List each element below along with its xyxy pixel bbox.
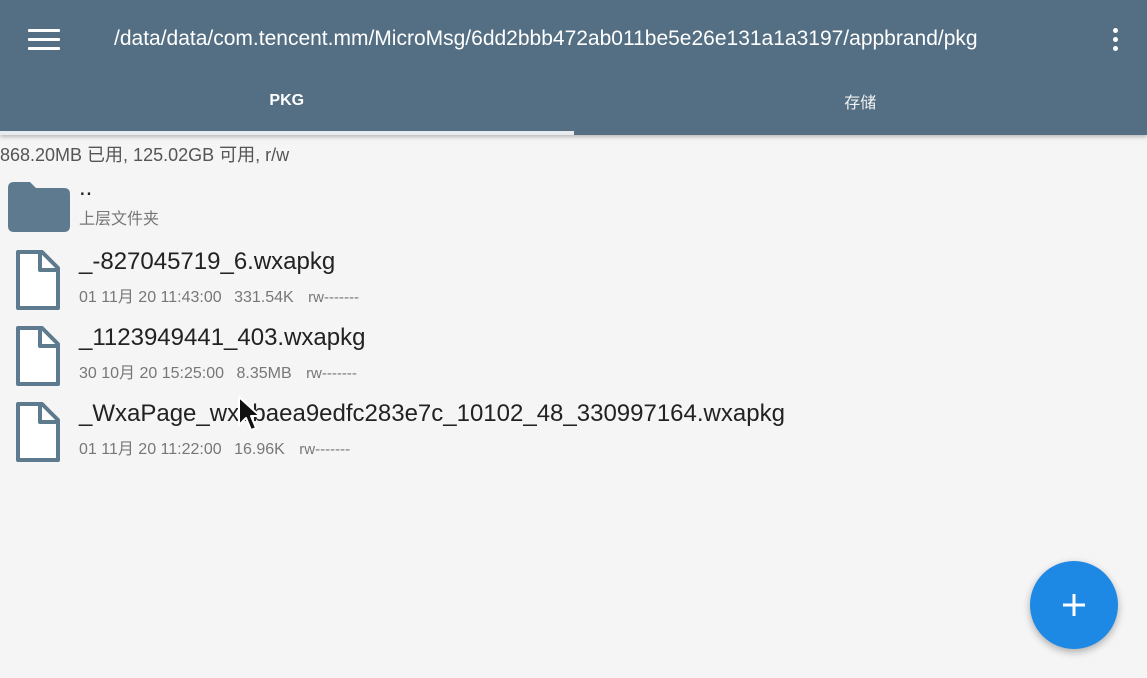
file-date: 01 11月 20 11:43:00: [79, 289, 222, 306]
tab-bar: PKG 存储: [0, 78, 1147, 135]
file-date: 01 11月 20 11:22:00: [79, 441, 222, 458]
tab-storage[interactable]: 存储: [574, 78, 1147, 135]
file-name: _WxaPage_wxebaea9edfc283e7c_10102_48_330…: [79, 400, 785, 427]
list-item-parent-folder[interactable]: .. 上层文件夹: [0, 170, 1147, 240]
file-icon: [16, 402, 60, 462]
hamburger-menu-icon[interactable]: [22, 22, 66, 56]
list-item-file[interactable]: _-827045719_6.wxapkg 01 11月 20 11:43:00 …: [0, 246, 1147, 316]
more-vertical-icon[interactable]: [1100, 22, 1130, 56]
list-item-file[interactable]: _1123949441_403.wxapkg 30 10月 20 15:25:0…: [0, 322, 1147, 392]
list-item-file[interactable]: _WxaPage_wxebaea9edfc283e7c_10102_48_330…: [0, 398, 1147, 468]
file-size: 331.54K: [234, 289, 294, 306]
file-permissions: rw-------: [306, 365, 357, 382]
file-meta: 30 10月 20 15:25:00 8.35MB rw-------: [79, 359, 365, 383]
file-size: 16.96K: [234, 441, 285, 458]
current-path-title: /data/data/com.tencent.mm/MicroMsg/6dd2b…: [114, 27, 978, 50]
file-permissions: rw-------: [299, 441, 351, 458]
mouse-pointer-icon: [238, 396, 261, 431]
storage-usage-info: 868.20MB 已用, 125.02GB 可用, r/w: [0, 145, 290, 165]
file-date: 30 10月 20 15:25:00: [79, 365, 225, 382]
file-meta: 01 11月 20 11:22:00 16.96K rw-------: [79, 435, 358, 459]
active-tab-indicator: [0, 131, 574, 135]
file-name: _-827045719_6.wxapkg: [79, 248, 336, 275]
file-size: 8.35MB: [236, 365, 292, 382]
add-fab-button[interactable]: [1030, 561, 1118, 649]
tab-storage-label: 存储: [844, 94, 877, 112]
file-subtitle: 上层文件夹: [79, 211, 160, 228]
toolbar: /data/data/com.tencent.mm/MicroMsg/6dd2b…: [0, 0, 1147, 78]
tab-pkg[interactable]: PKG: [0, 78, 574, 135]
tab-pkg-label: PKG: [269, 91, 305, 109]
file-permissions: rw-------: [308, 289, 359, 306]
app-bar: /data/data/com.tencent.mm/MicroMsg/6dd2b…: [0, 0, 1147, 135]
file-meta: 01 11月 20 11:43:00 331.54K rw-------: [79, 283, 367, 307]
plus-icon: [1063, 594, 1085, 616]
folder-icon: [8, 182, 70, 232]
file-name: _1123949441_403.wxapkg: [79, 324, 366, 351]
file-icon: [16, 250, 60, 310]
file-icon: [16, 326, 60, 386]
file-name: ..: [79, 174, 93, 201]
